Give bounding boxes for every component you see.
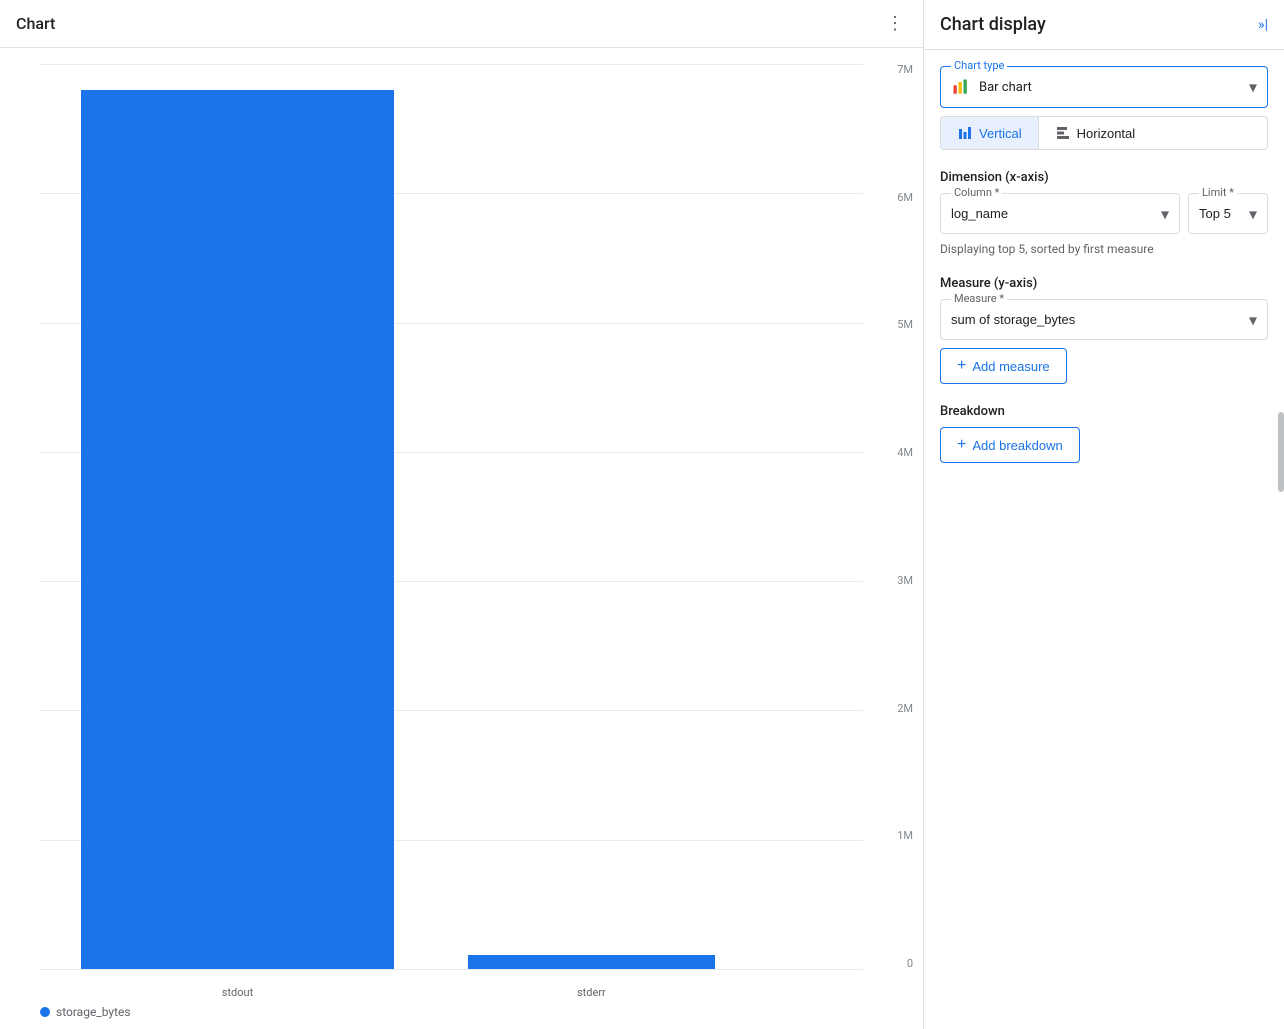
add-breakdown-plus-icon: + [957, 436, 966, 454]
column-select-wrapper: Column * log_name ▾ [940, 193, 1180, 234]
panel-header: Chart display »| [924, 0, 1284, 50]
bar-stderr-label: stderr [577, 986, 606, 999]
bar-chart-icon [951, 77, 971, 97]
chart-area: Chart ⋮ stdout stderr [0, 0, 924, 1029]
breakdown-section-label: Breakdown [940, 404, 1268, 419]
dimension-row: Column * log_name ▾ Limit * Top 5 ▾ [940, 193, 1268, 234]
y-axis: 7M 6M 5M 4M 3M 2M 1M 0 [878, 64, 913, 969]
scrollbar-track [1278, 0, 1284, 1029]
chevron-right-icon: »| [1258, 17, 1268, 33]
bar-stdout-fill [81, 90, 394, 969]
add-measure-plus-icon: + [957, 357, 966, 375]
panel-title: Chart display [940, 14, 1046, 35]
add-measure-button[interactable]: + Add measure [940, 348, 1067, 384]
horizontal-bar-icon [1055, 125, 1071, 141]
chart-type-field-label: Chart type [951, 59, 1007, 72]
chart-header: Chart ⋮ [0, 0, 923, 48]
horizontal-button[interactable]: Horizontal [1039, 117, 1152, 149]
vertical-button[interactable]: Vertical [941, 117, 1039, 149]
chart-type-section: Chart type Bar chart ▾ [940, 66, 1268, 150]
chart-plot: stdout stderr [40, 64, 863, 969]
limit-field-label: Limit * [1199, 186, 1237, 199]
panel-body: Chart type Bar chart ▾ [924, 50, 1284, 479]
bar-stdout: stdout [81, 64, 394, 969]
y-label-2m: 2M [897, 703, 913, 714]
measure-section-label: Measure (y-axis) [940, 276, 1268, 291]
y-label-5m: 5M [897, 319, 913, 330]
column-field-label: Column * [951, 186, 1002, 199]
chart-type-select-wrapper: Chart type Bar chart ▾ [940, 66, 1268, 108]
chart-menu-button[interactable]: ⋮ [883, 12, 907, 36]
right-panel: Chart display »| Chart type Bar chart ▾ [924, 0, 1284, 1029]
breakdown-section: Breakdown + Add breakdown [940, 404, 1268, 463]
chart-content: stdout stderr 7M 6M 5M 4M 3M 2M 1M 0 sto… [0, 48, 923, 1029]
y-label-7m: 7M [897, 64, 913, 75]
measure-section: Measure (y-axis) Measure * sum of storag… [940, 276, 1268, 384]
bar-stderr: stderr [468, 64, 715, 969]
y-label-6m: 6M [897, 192, 913, 203]
limit-select-wrapper: Limit * Top 5 ▾ [1188, 193, 1268, 234]
y-label-1m: 1M [897, 830, 913, 841]
chart-type-value: Bar chart [979, 80, 1235, 95]
legend-dot-storage-bytes [40, 1007, 50, 1017]
legend-label-storage-bytes: storage_bytes [56, 1005, 131, 1019]
measure-field-label: Measure * [951, 292, 1007, 305]
y-label-3m: 3M [897, 575, 913, 586]
add-breakdown-label: Add breakdown [972, 438, 1062, 453]
dimension-section-label: Dimension (x-axis) [940, 170, 1268, 185]
panel-close-button[interactable]: »| [1258, 17, 1268, 33]
gridline-0 [40, 969, 863, 970]
vertical-button-label: Vertical [979, 126, 1022, 141]
measure-select-wrapper: Measure * sum of storage_bytes ▾ [940, 299, 1268, 340]
bar-stdout-label: stdout [222, 986, 253, 999]
chart-title: Chart [16, 14, 55, 33]
scrollbar-thumb[interactable] [1278, 412, 1284, 492]
column-select[interactable]: log_name [941, 194, 1179, 233]
orientation-buttons: Vertical Horizontal [940, 116, 1268, 150]
y-label-0: 0 [907, 958, 913, 969]
vertical-bar-icon [957, 125, 973, 141]
add-breakdown-button[interactable]: + Add breakdown [940, 427, 1080, 463]
chart-legend: storage_bytes [40, 1005, 131, 1019]
horizontal-button-label: Horizontal [1077, 126, 1136, 141]
dimension-section: Dimension (x-axis) Column * log_name ▾ L… [940, 170, 1268, 256]
add-measure-label: Add measure [972, 359, 1049, 374]
measure-select[interactable]: sum of storage_bytes [941, 300, 1267, 339]
y-label-4m: 4M [897, 447, 913, 458]
bar-stderr-fill [468, 955, 715, 969]
limit-select[interactable]: Top 5 [1189, 194, 1267, 233]
dimension-info-text: Displaying top 5, sorted by first measur… [940, 242, 1268, 256]
